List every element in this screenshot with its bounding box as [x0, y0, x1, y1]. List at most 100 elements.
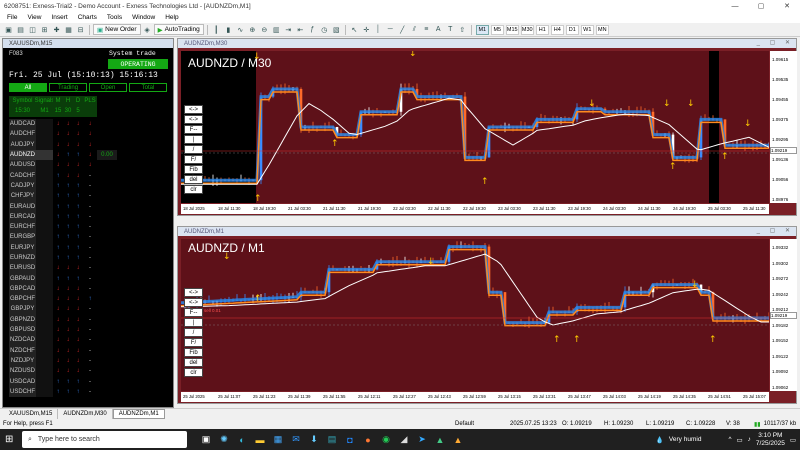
draw-tool-button[interactable]: Fib [184, 165, 203, 174]
tile-windows-icon[interactable]: ▥ [271, 24, 282, 35]
copilot-icon[interactable]: ✺ [215, 431, 233, 449]
tester-icon[interactable]: ⊟ [75, 24, 86, 35]
periods-icon[interactable]: ◷ [319, 24, 330, 35]
chart-window-m1-controls[interactable]: _ ▢ ✕ [757, 227, 794, 234]
candle-chart-icon[interactable]: ▮ [223, 24, 234, 35]
tf-d1[interactable]: D1 [565, 24, 579, 35]
menu-help[interactable]: Help [160, 14, 183, 21]
text-icon[interactable]: A [433, 24, 444, 35]
draw-tool-button[interactable]: F/ [184, 338, 203, 347]
autoscroll-icon[interactable]: ⇥ [283, 24, 294, 35]
horizontal-line-icon[interactable]: ─ [385, 24, 396, 35]
draw-tool-button[interactable]: F-- [184, 308, 203, 317]
tf-h4[interactable]: H4 [550, 24, 564, 35]
menu-file[interactable]: File [2, 14, 22, 21]
draw-tool-button[interactable]: | [184, 318, 203, 327]
download-icon[interactable]: ⬇ [305, 431, 323, 449]
draw-tool-button[interactable]: clr [184, 368, 203, 377]
chart-shift-icon[interactable]: ⇤ [295, 24, 306, 35]
chart-m1-canvas[interactable]: ↑↓ ↓↑ ↑↓↑ [181, 239, 769, 391]
tab-audnzd-m30[interactable]: AUDNZDm,M30 [58, 409, 113, 419]
chart-m30-canvas[interactable]: ↑↓↑↓↑↓ ↓ ↓↑↑↓ [181, 51, 769, 203]
metatrader-icon[interactable]: ▲ [431, 431, 449, 449]
filter-all[interactable]: All [9, 83, 47, 92]
volume-icon[interactable]: ♪ [748, 436, 751, 443]
cursor-icon[interactable]: ↖ [349, 24, 360, 35]
chart-window-m30-controls[interactable]: _ ▢ ✕ [757, 39, 794, 46]
clock[interactable]: 3:10 PM 7/25/2025 [756, 432, 785, 448]
tab-xauusd-m15[interactable]: XAUUSDm,M15 [4, 409, 59, 419]
whatsapp-icon[interactable]: ◉ [377, 431, 395, 449]
draw-tool-button[interactable]: Fib [184, 348, 203, 357]
templates-icon[interactable]: ▧ [331, 24, 342, 35]
bar-chart-icon[interactable]: ┃ [211, 24, 222, 35]
filter-total[interactable]: Total [129, 83, 167, 92]
zoom-in-icon[interactable]: ⊕ [247, 24, 258, 35]
edge-icon[interactable]: ◐ [233, 431, 251, 449]
tradingview-icon[interactable]: ◢ [395, 431, 413, 449]
profiles-icon[interactable]: ▤ [15, 24, 26, 35]
channel-icon[interactable]: ⫽ [409, 24, 420, 35]
draw-tool-button[interactable]: <-> [184, 115, 203, 124]
indicators-icon[interactable]: ƒ [307, 24, 318, 35]
terminal-icon[interactable]: ▦ [63, 24, 74, 35]
explorer-icon[interactable]: ▬ [251, 431, 269, 449]
label-icon[interactable]: T [445, 24, 456, 35]
zoom-out-icon[interactable]: ⊖ [259, 24, 270, 35]
arrows-icon[interactable]: ⇧ [457, 24, 468, 35]
minimize-button[interactable]: — [722, 0, 748, 12]
market-watch-icon[interactable]: ◫ [27, 24, 38, 35]
store-icon[interactable]: ▦ [269, 431, 287, 449]
line-chart-icon[interactable]: ∿ [235, 24, 246, 35]
menu-tools[interactable]: Tools [102, 14, 127, 21]
mail-icon[interactable]: ✉ [287, 431, 305, 449]
draw-tool-button[interactable]: F-- [184, 125, 203, 134]
tf-h1[interactable]: H1 [535, 24, 549, 35]
draw-tool-button[interactable]: <-> [184, 288, 203, 297]
navigator-icon[interactable]: ✚ [51, 24, 62, 35]
close-button[interactable]: ✕ [774, 0, 800, 12]
maximize-button[interactable]: ▢ [748, 0, 774, 12]
crosshair-icon[interactable]: ✛ [361, 24, 372, 35]
draw-tool-button[interactable]: / [184, 145, 203, 154]
metaeditor-icon[interactable]: ◈ [142, 24, 153, 35]
tray-chevron-icon[interactable]: ^ [728, 436, 731, 443]
draw-tool-button[interactable]: <-> [184, 105, 203, 114]
fibo-icon[interactable]: ≡ [421, 24, 432, 35]
autotrading-button[interactable]: ▶ AutoTrading [153, 24, 204, 35]
draw-tool-button[interactable]: clr [184, 185, 203, 194]
tf-mn[interactable]: MN [595, 24, 609, 35]
tf-m5[interactable]: M5 [490, 24, 504, 35]
task-view-icon[interactable]: ▣ [197, 431, 215, 449]
draw-tool-button[interactable]: del [184, 175, 203, 184]
telegram-icon[interactable]: ➤ [413, 431, 431, 449]
start-button[interactable]: ⊞ [5, 434, 13, 445]
filter-trading[interactable]: Trading [49, 83, 87, 92]
menu-insert[interactable]: Insert [46, 14, 72, 21]
vertical-line-icon[interactable]: │ [373, 24, 384, 35]
new-chart-icon[interactable]: ▣ [3, 24, 14, 35]
notification-icon[interactable]: ▭ [790, 436, 796, 444]
taskbar-search[interactable]: ⌕ Type here to search [22, 431, 187, 448]
menu-window[interactable]: Window [127, 14, 160, 21]
outlook-icon[interactable]: ◘ [341, 431, 359, 449]
new-order-button[interactable]: ▣ New Order [93, 24, 141, 35]
app-icon[interactable]: ▤ [323, 431, 341, 449]
menu-view[interactable]: View [22, 14, 46, 21]
tab-audnzd-m1[interactable]: AUDNZDm,M1 [112, 409, 165, 419]
tf-m15[interactable]: M15 [505, 24, 519, 35]
firefox-icon[interactable]: ● [359, 431, 377, 449]
draw-tool-button[interactable]: F/ [184, 155, 203, 164]
draw-tool-button[interactable]: | [184, 135, 203, 144]
draw-tool-button[interactable]: / [184, 328, 203, 337]
terminal-app-icon[interactable]: ▲ [449, 431, 467, 449]
network-icon[interactable]: ▭ [737, 436, 743, 444]
data-window-icon[interactable]: ⊞ [39, 24, 50, 35]
tf-m30[interactable]: M30 [520, 24, 534, 35]
tf-m1[interactable]: M1 [475, 24, 489, 35]
draw-tool-button[interactable]: del [184, 358, 203, 367]
tf-w1[interactable]: W1 [580, 24, 594, 35]
draw-tool-button[interactable]: <-> [184, 298, 203, 307]
trendline-icon[interactable]: ╱ [397, 24, 408, 35]
menu-charts[interactable]: Charts [73, 14, 102, 21]
